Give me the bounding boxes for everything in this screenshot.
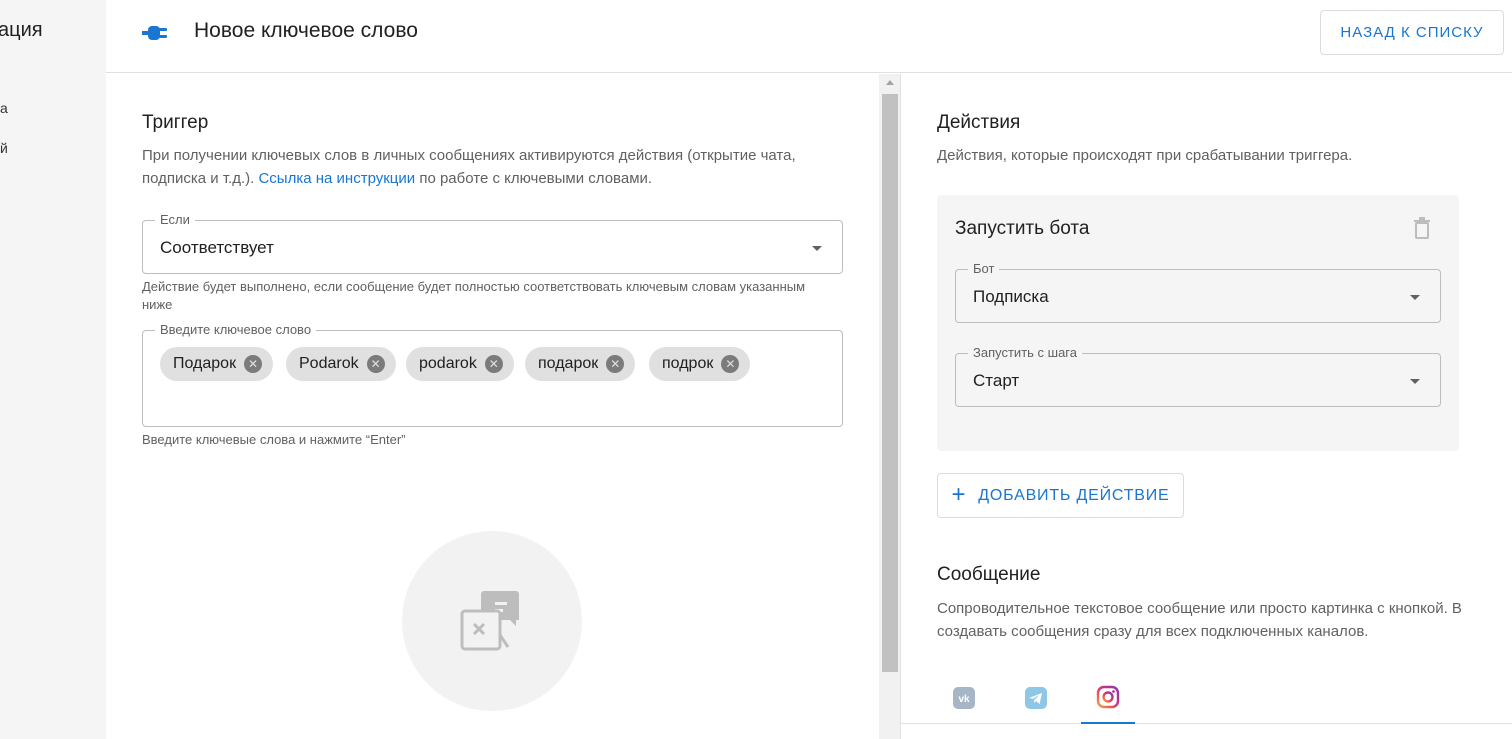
keyword-chip[interactable]: Podarok ✕: [286, 347, 396, 381]
message-description: Сопроводительное текстовое сообщение или…: [937, 600, 1462, 640]
close-icon[interactable]: ✕: [721, 355, 740, 373]
close-icon[interactable]: ✕: [606, 355, 625, 373]
scroll-up-icon[interactable]: [886, 80, 894, 85]
page-title: Новое ключевое слово: [194, 19, 418, 42]
keyword-chip[interactable]: подарок ✕: [525, 347, 636, 381]
chat-delete-icon: [460, 591, 519, 651]
keyword-chip-label: подрок: [662, 355, 714, 372]
keyword-chip[interactable]: подрок ✕: [649, 347, 751, 381]
keywords-helper: Введите ключевые слова и нажмите “Enter”: [142, 432, 406, 447]
tab-vk[interactable]: vk: [937, 671, 991, 724]
actions-title: Действия: [937, 112, 1021, 133]
keyword-chip-label: Подарок: [173, 355, 237, 372]
bot-select[interactable]: Бот Подписка: [955, 262, 1441, 323]
back-to-list-button[interactable]: НАЗАД К СПИСКУ: [1320, 10, 1504, 55]
empty-state-illustration: [402, 531, 582, 711]
sidebar: ация а й: [0, 0, 106, 739]
start-step-value: Старт: [973, 371, 1020, 390]
add-action-label: ДОБАВИТЬ ДЕЙСТВИЕ: [978, 486, 1170, 504]
close-icon[interactable]: ✕: [484, 355, 503, 373]
tab-telegram[interactable]: [1009, 671, 1063, 724]
bot-label: Бот: [968, 262, 1000, 276]
action-card: Запустить бота Бот Подписка Запустить с …: [937, 195, 1459, 451]
chevron-down-icon[interactable]: [812, 246, 822, 251]
trigger-panel: Триггер При получении ключевых слов в ли…: [106, 74, 879, 739]
trash-icon[interactable]: [1413, 217, 1431, 239]
scrollbar-thumb[interactable]: [882, 94, 898, 672]
instagram-icon: [1096, 685, 1120, 708]
close-icon[interactable]: ✕: [244, 355, 263, 373]
scrollbar[interactable]: [879, 74, 901, 739]
chevron-down-icon[interactable]: [1410, 295, 1420, 300]
keywords-label: Введите ключевое слово: [155, 323, 317, 337]
sidebar-title: ация: [0, 19, 43, 41]
plug-icon: [142, 26, 167, 40]
actions-description: Действия, которые происходят при срабаты…: [937, 147, 1353, 164]
add-action-button[interactable]: + ДОБАВИТЬ ДЕЙСТВИЕ: [937, 473, 1184, 518]
keyword-chip-label: Podarok: [299, 355, 359, 372]
sidebar-item[interactable]: а: [0, 100, 8, 116]
channel-tabs: vk: [901, 671, 1512, 724]
tab-instagram[interactable]: [1081, 671, 1135, 724]
keywords-input[interactable]: Введите ключевое слово Подарок ✕ Podarok ✕…: [142, 323, 843, 427]
close-icon[interactable]: ✕: [366, 355, 385, 373]
plus-icon: +: [951, 480, 967, 508]
condition-value: Соответствует: [160, 238, 274, 257]
vk-icon: vk: [953, 686, 975, 709]
telegram-icon: [1025, 686, 1047, 709]
condition-helper: Действие будет выполнено, если сообщение…: [142, 279, 806, 312]
keyword-chip-label: подарок: [538, 355, 599, 372]
keyword-chip[interactable]: Подарок ✕: [160, 347, 274, 381]
svg-text:vk: vk: [958, 694, 970, 705]
page-header: Новое ключевое слово НАЗАД К СПИСКУ: [106, 0, 1512, 73]
start-step-select[interactable]: Запустить с шага Старт: [955, 346, 1441, 407]
chevron-down-icon[interactable]: [1410, 379, 1420, 384]
trigger-description: При получении ключевых слов в личных соо…: [142, 144, 842, 190]
actions-panel: Действия Действия, которые происходят пр…: [901, 74, 1512, 739]
condition-label: Если: [155, 213, 195, 227]
start-step-label: Запустить с шага: [968, 346, 1082, 360]
condition-select[interactable]: Если Соответствует: [142, 213, 843, 274]
sidebar-item[interactable]: й: [0, 140, 8, 156]
trigger-title: Триггер: [142, 112, 209, 133]
action-card-title: Запустить бота: [955, 218, 1090, 239]
instructions-link[interactable]: Ссылка на инструкции: [258, 170, 415, 187]
message-title: Сообщение: [937, 564, 1041, 585]
trigger-description-tail: по работе с ключевыми словами.: [415, 170, 653, 187]
keyword-chip-label: podarok: [419, 355, 477, 372]
keyword-chip[interactable]: podarok ✕: [406, 347, 514, 381]
bot-value: Подписка: [973, 287, 1049, 306]
